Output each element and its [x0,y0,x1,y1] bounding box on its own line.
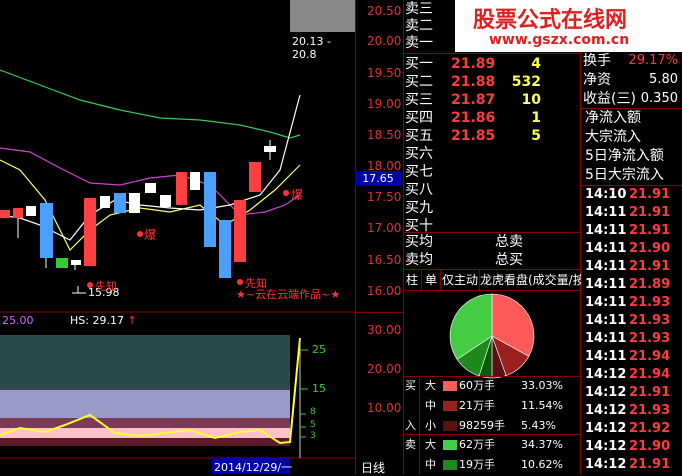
indicator-left-value: 25.00 [2,314,34,327]
axis-label: 17.50 [367,190,402,204]
axis-label: 18.50 [367,128,402,142]
flow-block-inflow: 大宗流入 [585,129,641,145]
tab-active-only[interactable]: 仅主动 [441,270,480,290]
tick-row: 14:12 21.90 [585,439,671,454]
tick-row: 14:12 21.91 [585,457,671,472]
flow-5day-block: 5日大宗流入 [585,167,664,183]
indicator-hs-label: HS: 29.17 ↑ [70,314,137,327]
flow-net-inflow: 净流入额 [585,110,641,126]
tick-row: 14:12 21.92 [585,421,671,436]
period-label[interactable]: 日线 [361,459,385,476]
flow-pie-chart [449,293,535,379]
ticks-panel: 换手 29.17% 净资 5.80 收益(三) 0.350 净流入额 大宗流入 5日净… [581,0,682,474]
price-axis: 20.50 20.00 19.50 19.00 18.50 18.00 17.5… [355,0,403,476]
tick-row: 14:11 21.93 [585,313,671,328]
watermark-url: www.gszx.com.cn [489,32,630,48]
tick-row: 14:11 21.89 [585,277,671,292]
vol-axis-label: 20.00 [367,362,402,376]
legend-row: 大 62万手 34.37% [425,438,563,451]
annotation-bao-2: 爆 [291,188,304,202]
kline-svg [0,0,355,474]
annotation-xianzhi: 先知 [95,280,117,293]
ma-green-line [0,69,301,139]
axis-label: 20.00 [367,34,402,48]
flow-5day-net: 5日净流入额 [585,148,664,164]
stat-row: 换手 29.17% [583,53,678,69]
axis-label: 17.00 [367,221,402,235]
vol-axis-label: 10.00 [367,401,402,415]
tick-row: 14:12 21.91 [585,385,671,400]
author-signature: ★~云在云端作品~★ [236,288,341,301]
candles [0,140,276,278]
tab-bar[interactable]: 柱 [403,270,422,290]
ind-level-8: 8 [310,407,316,417]
ind-level-5: 5 [310,420,316,430]
axis-label: 19.50 [367,66,402,80]
axis-label: 20.50 [367,4,402,18]
ind-level-25: 25 [312,343,326,356]
annotation-bao: 爆 [144,228,157,242]
tick-row: 14:11 21.91 [585,223,671,238]
band-teal [0,335,290,390]
candlestick-chart[interactable]: 20.13 - 20.8 15.98 爆 爆 先知 先知 ★~云在云端作品~★ … [0,0,355,474]
tooltip-box [290,0,355,32]
axis-label: 16.00 [367,284,402,298]
band-lavender [0,390,290,418]
legend-row: 大 60万手 33.03% [425,379,563,392]
ind-level-3: 3 [310,431,316,441]
current-price-marker: 17.65 [355,171,401,186]
tick-row: 14:11 21.93 [585,331,671,346]
legend-row: 中 21万手 11.54% [425,399,563,412]
tick-row: 14:12 21.94 [585,367,671,382]
tab-single[interactable]: 单 [422,270,441,290]
legend-in-label: 入 [405,419,416,432]
tick-row: 14:11 21.90 [585,241,671,256]
watermark-banner: 股票公式在线网 www.gszx.com.cn [455,0,682,52]
axis-label: 19.00 [367,97,402,111]
axis-label: 16.50 [367,253,402,267]
order-book-panel: 卖三 卖二 卖一 买一 21.89 4 买二 21.88 532 买三 21.87 10 买… [403,0,582,474]
band-pink [0,428,290,438]
band-maroon [0,418,290,428]
watermark-title: 股票公式在线网 [473,8,628,33]
legend-buy-label: 买 [405,379,416,392]
tick-row: 14:11 21.91 [585,205,671,220]
tick-row: 14:11 21.94 [585,349,671,364]
stat-row: 净资 5.80 [583,72,678,88]
legend-row: 小 98259手 5.43% [425,419,556,432]
band-dark [0,438,290,446]
ind-level-15: 15 [312,382,326,395]
tick-row: 14:10 21.91 [585,187,671,202]
vol-axis-label: 30.00 [367,323,402,337]
tooltip-label: 20.13 - 20.8 [292,35,331,61]
tab-dragon-tiger[interactable]: 龙虎看盘(成交量/按 [480,270,582,290]
tick-row: 14:11 21.93 [585,295,671,310]
stat-row: 收益(三) 0.350 [583,91,678,107]
tick-row: 14:11 21.91 [585,259,671,274]
legend-sell-label: 卖 [405,438,416,451]
tick-row: 14:12 21.93 [585,403,671,418]
legend-row: 中 19万手 10.62% [425,458,563,471]
date-label: 2014/12/29/一 [214,461,293,474]
